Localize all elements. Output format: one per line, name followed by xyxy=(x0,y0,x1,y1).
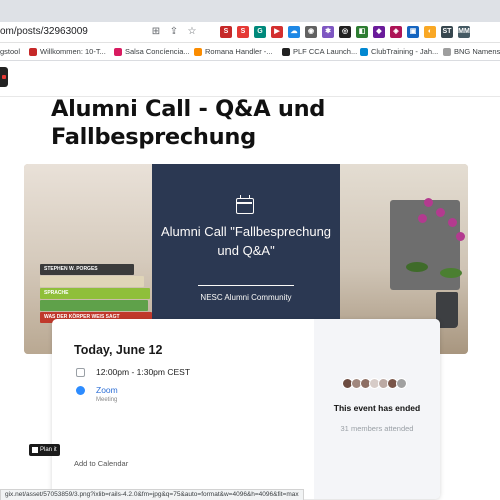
banner-title: Alumni Call "Fallbesprechung und Q&A" xyxy=(160,224,332,258)
bookmark-favicon-icon xyxy=(360,47,368,56)
plan-it-button[interactable]: Plan it xyxy=(29,444,60,456)
extension-icon[interactable]: ✱ xyxy=(322,26,334,38)
extension-icon[interactable]: ▣ xyxy=(407,26,419,38)
link-preview-status: gix.net/asset/57053859/3.png?ixlib=rails… xyxy=(0,489,304,500)
bookmark-favicon-icon xyxy=(29,47,37,56)
browser-tab-strip xyxy=(0,0,500,22)
extension-icon[interactable]: ◧ xyxy=(356,26,368,38)
bookmark-label: ClubTraining - Jah... xyxy=(371,47,439,56)
extension-icon[interactable]: ◐ xyxy=(424,26,436,38)
calendar-icon xyxy=(236,195,254,214)
bookmark-item[interactable]: Romana Handler -... xyxy=(194,47,273,56)
bookmark-label: Romana Handler -... xyxy=(205,47,273,56)
event-time: 12:00pm - 1:30pm CEST xyxy=(96,367,191,377)
add-to-calendar-link[interactable]: Add to Calendar xyxy=(74,459,128,468)
bookmark-label: PLF CCA Launch... xyxy=(293,47,358,56)
event-date: Today, June 12 xyxy=(74,343,163,357)
extensions-bar: S S G ▶ ☁ ◉ ✱ ◎ ◧ ◆ ◈ ▣ ◐ ST MM xyxy=(220,26,470,38)
bookmark-label: gstool xyxy=(0,47,21,56)
orchid-flower xyxy=(456,232,465,241)
bookmark-favicon-icon xyxy=(443,47,451,56)
browser-toolbar: om/posts/32963009 ⊞ ⇪ ☆ S S G ▶ ☁ ◉ ✱ ◎ … xyxy=(0,22,500,43)
extension-icon[interactable]: S xyxy=(237,26,249,38)
bookmark-item[interactable]: gstool xyxy=(0,47,20,56)
leaf-shape xyxy=(406,262,428,272)
book-spine: STEPHEN W. PORGES xyxy=(40,264,134,275)
book-spine: SPRACHE xyxy=(40,288,150,299)
translate-icon[interactable]: ⊞ xyxy=(150,26,162,38)
bookmark-favicon-icon xyxy=(194,47,202,56)
extension-icon[interactable]: ▶ xyxy=(271,26,283,38)
bookmark-item[interactable]: ClubTraining - Jah... xyxy=(360,47,438,56)
extension-icon[interactable]: ◈ xyxy=(390,26,402,38)
bookmarks-bar: gstool Willkommen: 10-T... Salsa Concíen… xyxy=(0,43,500,61)
extension-icon[interactable]: ◎ xyxy=(339,26,351,38)
bookmark-item[interactable]: Willkommen: 10-T... xyxy=(29,47,106,56)
bookmark-favicon-icon xyxy=(114,47,122,56)
extension-icon[interactable]: ◆ xyxy=(373,26,385,38)
zoom-icon xyxy=(76,386,85,395)
bookmark-item[interactable]: BNG Namens xyxy=(443,47,500,56)
plan-it-icon xyxy=(32,447,38,453)
address-bar[interactable]: om/posts/32963009 xyxy=(0,26,88,37)
orchid-flower xyxy=(448,218,457,227)
orchid-flower xyxy=(424,198,433,207)
bookmark-favicon-icon xyxy=(282,47,290,56)
banner-divider xyxy=(198,285,294,286)
extension-icon[interactable]: G xyxy=(254,26,266,38)
event-ended-label: This event has ended xyxy=(333,403,421,413)
orchid-flower xyxy=(418,214,427,223)
extension-icon[interactable]: MM xyxy=(458,26,470,38)
address-actions: ⊞ ⇪ ☆ xyxy=(150,26,198,38)
event-details-card: Today, June 12 12:00pm - 1:30pm CEST Zoo… xyxy=(52,319,440,499)
extension-icon[interactable]: ☁ xyxy=(288,26,300,38)
extension-icon[interactable]: ST xyxy=(441,26,453,38)
page-title: Alumni Call - Q&A und Fallbesprechung xyxy=(51,96,326,150)
banner-organization: NESC Alumni Community xyxy=(200,293,292,302)
bookmark-item[interactable]: PLF CCA Launch... xyxy=(282,47,357,56)
avatar[interactable] xyxy=(396,378,407,389)
event-location-link[interactable]: Zoom xyxy=(96,385,118,395)
bookmark-label: BNG Namens xyxy=(454,47,500,56)
book-spine-blank xyxy=(40,276,144,287)
orchid-flower xyxy=(436,208,445,217)
leaf-shape xyxy=(440,268,462,278)
star-icon[interactable]: ☆ xyxy=(186,26,198,38)
attendance-panel: This event has ended 31 members attended xyxy=(314,319,440,499)
extension-icon[interactable]: ◉ xyxy=(305,26,317,38)
event-location-type: Meeting xyxy=(96,397,118,403)
attendee-avatars xyxy=(342,378,407,389)
share-icon[interactable]: ⇪ xyxy=(168,26,180,38)
bookmark-label: Salsa Concíencia... xyxy=(125,47,190,56)
calendar-small-icon xyxy=(76,368,85,377)
attendee-count[interactable]: 31 members attended xyxy=(314,424,440,433)
book-spine-blank xyxy=(40,300,148,311)
bookmark-label: Willkommen: 10-T... xyxy=(40,47,106,56)
plan-it-label: Plan it xyxy=(40,447,57,453)
bookmark-item[interactable]: Salsa Concíencia... xyxy=(114,47,190,56)
app-menu-button[interactable] xyxy=(0,67,8,87)
extension-icon[interactable]: S xyxy=(220,26,232,38)
